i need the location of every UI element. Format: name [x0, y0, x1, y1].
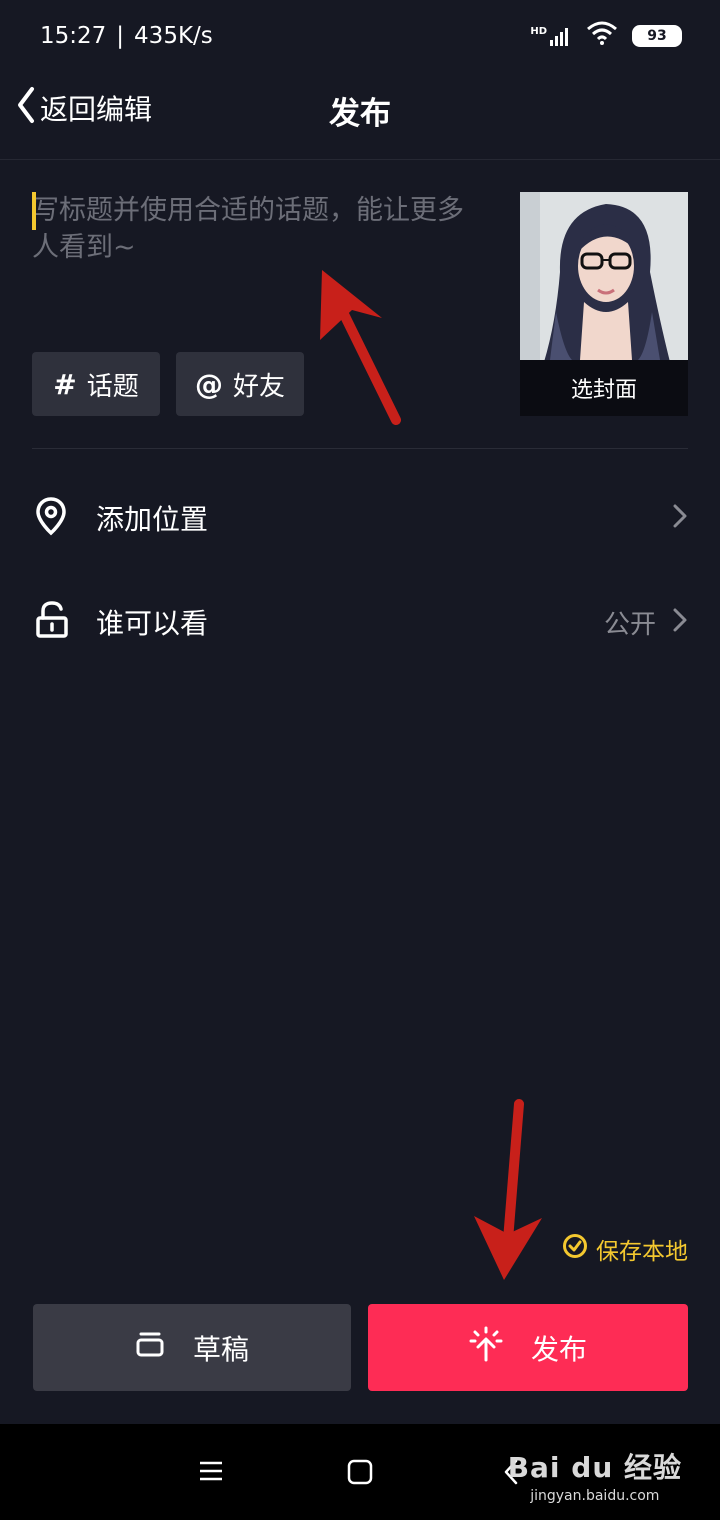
draft-button[interactable]: 草稿 — [33, 1304, 351, 1391]
add-location-label: 添加位置 — [96, 503, 209, 536]
page-title: 发布 — [329, 96, 391, 132]
header: 返回编辑 发布 — [0, 72, 720, 160]
battery-indicator: 93 — [632, 25, 682, 47]
divider — [32, 448, 688, 449]
home-icon[interactable] — [347, 1459, 373, 1489]
status-separator: | — [116, 23, 125, 49]
status-time: 15:27 — [40, 23, 107, 49]
annotation-arrow-up — [320, 270, 401, 425]
status-bar: 15:27 | 435K/s HD 93 — [0, 0, 720, 72]
network-speed: 435K/s — [134, 23, 213, 49]
check-circle-icon — [562, 1233, 588, 1265]
draft-label: 草稿 — [192, 1332, 249, 1366]
annotation-arrow-down — [474, 1099, 542, 1280]
unlock-icon — [34, 600, 70, 644]
hashtag-icon: # — [53, 367, 77, 401]
chevron-right-icon — [672, 503, 688, 533]
visibility-label: 谁可以看 — [96, 607, 209, 640]
watermark-brand: Bai du 经验 — [507, 1451, 682, 1484]
publish-button[interactable]: 发布 — [368, 1304, 688, 1391]
text-cursor — [32, 192, 36, 230]
save-local-label: 保存本地 — [596, 1239, 688, 1265]
baidu-jingyan-watermark: Bai du 经验 jingyan.baidu.com — [508, 1446, 682, 1504]
caption-input[interactable]: 写标题并使用合适的话题，能让更多人看到~ — [32, 192, 490, 282]
chevron-right-icon — [672, 607, 688, 637]
cover-thumbnail[interactable]: 选封面 — [520, 192, 688, 416]
publish-sparkle-icon — [469, 1326, 503, 1369]
save-local-toggle[interactable]: 保存本地 — [562, 1232, 688, 1266]
caption-placeholder: 写标题并使用合适的话题，能让更多人看到~ — [32, 195, 464, 263]
status-right: HD 93 — [530, 21, 682, 51]
add-location-row[interactable]: 添加位置 — [0, 478, 720, 558]
friend-label: 好友 — [232, 371, 285, 402]
publish-label: 发布 — [530, 1332, 587, 1366]
topic-label: 话题 — [86, 371, 139, 402]
menu-icon[interactable] — [198, 1460, 224, 1486]
location-pin-icon — [34, 496, 68, 540]
topic-button[interactable]: # 话题 — [32, 352, 160, 416]
status-left: 15:27 | 435K/s — [40, 23, 213, 49]
watermark-site: jingyan.baidu.com — [530, 1488, 660, 1504]
hd-signal-icon: HD — [530, 26, 572, 46]
select-cover-label: 选封面 — [520, 360, 688, 416]
hd-label: HD — [530, 26, 547, 37]
visibility-row[interactable]: 谁可以看 公开 — [0, 582, 720, 662]
wifi-icon — [586, 21, 618, 51]
draft-box-icon — [135, 1330, 165, 1365]
at-sign-icon: @ — [194, 367, 223, 401]
visibility-value: 公开 — [603, 609, 656, 640]
mention-friend-button[interactable]: @ 好友 — [176, 352, 304, 416]
